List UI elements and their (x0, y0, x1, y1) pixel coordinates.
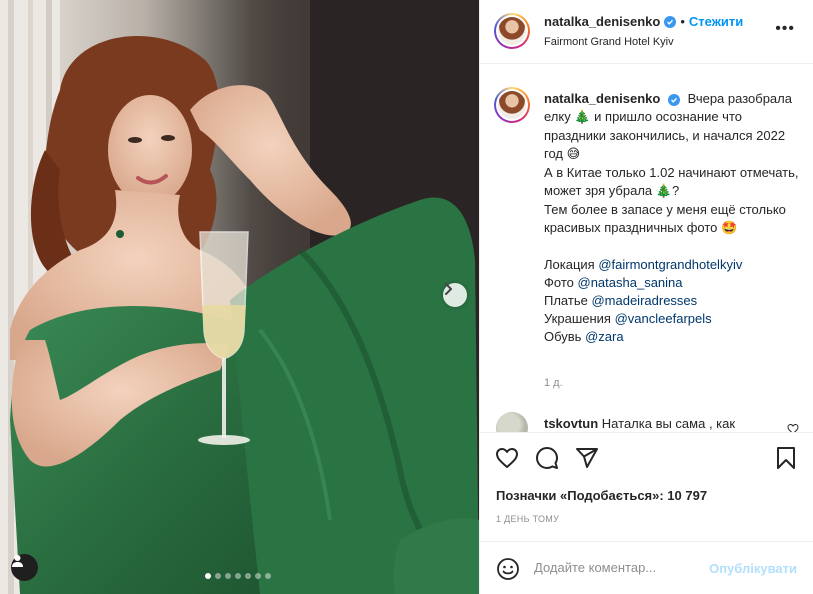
comment-input[interactable] (534, 554, 724, 580)
share-icon (576, 448, 598, 468)
carousel-dot (255, 573, 261, 579)
comment: tskovtun Наталка вы сама , как (544, 415, 736, 432)
carousel-indicator (205, 573, 271, 579)
post-location[interactable]: Fairmont Grand Hotel Kyiv (544, 36, 674, 48)
verified-icon (667, 94, 680, 106)
caption-avatar[interactable] (494, 87, 530, 123)
verified-icon (664, 15, 677, 28)
credit-link[interactable]: @vancleefarpels (615, 311, 712, 326)
caption-time[interactable]: 1 д. (544, 377, 563, 389)
commenter-username[interactable]: tskovtun (544, 416, 598, 431)
credit-label: Украшения (544, 311, 611, 326)
post-header: natalka_denisenko • Стежити Fairmont Gra… (480, 0, 813, 64)
star-struck-icon: 🤩 (721, 221, 738, 236)
caption-line-2-end: ? (671, 183, 680, 198)
photo-illustration (0, 0, 479, 594)
carousel-dot (235, 573, 241, 579)
likes-count[interactable]: Позначки «Подобається»: 10 797 (496, 488, 707, 503)
carousel-dot (205, 573, 211, 579)
post-side-panel: natalka_denisenko • Стежити Fairmont Gra… (479, 0, 813, 594)
carousel-dot (265, 573, 271, 579)
credit-link[interactable]: @madeiradresses (591, 293, 697, 308)
like-comment-button[interactable] (787, 422, 799, 432)
like-button[interactable] (495, 446, 519, 475)
comment-icon (536, 447, 558, 469)
credit-label: Локация (544, 257, 595, 272)
carousel-dot (225, 573, 231, 579)
next-photo-button[interactable] (443, 283, 467, 307)
carousel-dot (215, 573, 221, 579)
credit-link[interactable]: @fairmontgrandhotelkyiv (598, 257, 742, 272)
post-comment-button[interactable]: Опублікувати (709, 561, 797, 576)
share-button[interactable] (575, 446, 599, 475)
heart-icon (787, 423, 799, 432)
carousel-dot (245, 573, 251, 579)
christmas-tree-icon: 🎄 (574, 110, 591, 125)
follow-button[interactable]: Стежити (689, 14, 743, 29)
credit-label: Обувь (544, 329, 582, 344)
credit-label: Платье (544, 293, 588, 308)
caption-username[interactable]: natalka_denisenko (544, 91, 660, 106)
tag-user-icon (12, 555, 23, 567)
separator-dot: • (680, 14, 685, 29)
comment-text: Наталка вы сама , как (601, 416, 736, 431)
post-date[interactable]: 1 ДЕНЬ ТОМУ (496, 514, 559, 524)
author-username[interactable]: natalka_denisenko (544, 14, 660, 29)
post-photo[interactable] (0, 0, 479, 594)
save-button[interactable] (775, 446, 797, 475)
commenter-avatar[interactable] (496, 412, 528, 432)
post-actions (479, 440, 813, 480)
sweat-smile-icon: 😅 (566, 147, 581, 162)
next-arrow-icon (445, 283, 452, 295)
heart-icon (496, 448, 518, 468)
more-icon: ••• (775, 20, 795, 37)
credit-label: Фото (544, 275, 574, 290)
comment-button[interactable] (535, 446, 559, 475)
smiley-icon (497, 558, 519, 580)
post-caption: natalka_denisenko Вчера разобрала елку 🎄… (544, 90, 802, 346)
credit-link[interactable]: @zara (585, 329, 624, 344)
caption-line-3: Тем более в запасе у меня ещё столько кр… (544, 202, 786, 235)
bookmark-icon (777, 447, 795, 469)
comments-area[interactable]: natalka_denisenko Вчера разобрала елку 🎄… (480, 64, 813, 433)
tagged-users-button[interactable] (11, 554, 38, 581)
add-comment-bar: Опублікувати (479, 541, 813, 594)
credit-link[interactable]: @natasha_sanina (578, 275, 683, 290)
christmas-tree-icon: 🎄 (655, 184, 672, 199)
emoji-picker-button[interactable] (496, 557, 520, 586)
author-avatar[interactable] (494, 13, 530, 49)
more-options-button[interactable]: ••• (775, 20, 795, 38)
